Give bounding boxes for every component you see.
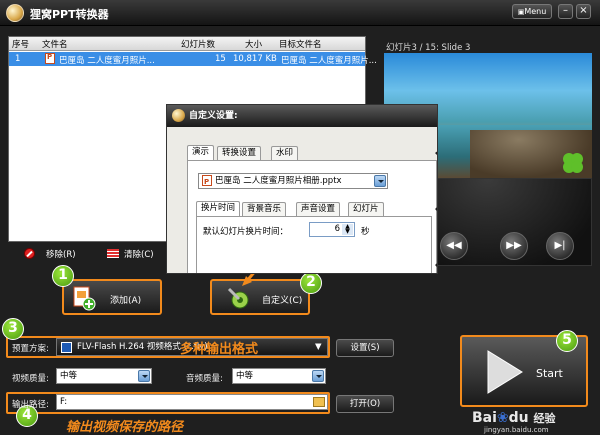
row-size: 10,817 KB [233,54,277,64]
baidu-logo: Bai❀du 经验 [472,410,556,426]
row-target: 巴厘岛 二人度蜜月照片... [281,56,377,66]
tab-bg-music[interactable]: 背景音乐 [242,202,287,216]
custom-settings-dialog: 自定义设置: 演示 转换设置 水印 巴厘岛 二人度蜜月照片相册.pptx 换片时… [166,104,438,274]
minimize-icon: – [563,5,568,16]
close-icon: × [579,5,588,16]
output-path-label: 输出路径: [12,400,49,410]
tab-watermark[interactable]: 水印 [271,146,299,160]
remove-icon[interactable] [24,248,35,259]
last-icon: ▶| [554,240,566,251]
close-button[interactable]: × [576,4,591,19]
video-quality-label: 视频质量: [12,374,49,384]
window-title: 狸窝PPT转换器 [30,8,109,21]
next-slide-button[interactable]: ▶▶ [500,232,528,260]
tab-sound-settings[interactable]: 声音设置 [296,202,341,216]
preview-label: 幻灯片3 / 15: Slide 3 [386,43,471,53]
chevron-down-icon [312,370,324,382]
add-button-label: 添加(A) [110,296,142,306]
chevron-down-icon: ▼ [315,342,322,352]
add-button[interactable]: 添加(A) [62,279,162,315]
step-1-badge: 1 [52,265,74,287]
ppt-file-icon [45,53,55,64]
add-file-icon [73,286,96,311]
tab-slides[interactable]: 幻灯片 [348,202,384,216]
video-quality-value: 中等 [60,371,78,381]
prev-icon: ◀◀ [446,240,462,251]
folder-icon[interactable] [313,397,325,407]
column-header-target[interactable]: 目标文件名 [279,38,322,50]
preset-annotation: 多种输出格式 [180,342,259,357]
row-slides: 15 [215,54,226,64]
step-2-badge: 2 [300,272,322,294]
output-path-value: F: [60,397,68,407]
dialog-title-bar: 自定义设置: [167,105,437,127]
baidu-brand: Bai [472,410,497,426]
row-filename: 巴厘岛 二人度蜜月照片... [59,56,155,66]
clear-button[interactable]: 清除(C) [124,248,154,260]
watermark-url: jingyan.baidu.com [484,426,549,434]
menu-button[interactable]: ▣Menu [512,4,552,19]
column-header-index[interactable]: 序号 [12,38,29,50]
tab-slide-time[interactable]: 换片时间 [196,201,241,216]
slide-time-panel: 默认幻灯片换片时间： 6 ▲ ▼ 秒 [196,216,432,273]
preset-label: 预置方案: [12,344,49,354]
dialog-title: 自定义设置: [189,111,238,121]
settings-button-label: 设置(S) [350,343,380,353]
audio-quality-value: 中等 [236,371,254,381]
column-header-size[interactable]: 大小 [245,38,262,50]
prev-slide-button[interactable]: ◀◀ [440,232,468,260]
play-icon [487,350,523,394]
custom-settings-icon [227,287,249,309]
column-header-filename[interactable]: 文件名 [42,38,68,50]
step-3-badge: 3 [2,318,24,340]
chevron-down-icon [374,175,386,187]
last-slide-button[interactable]: ▶| [546,232,574,260]
clover-icon [563,153,583,173]
next-icon: ▶▶ [506,240,522,251]
paw-icon: ❀ [496,410,509,426]
output-path-input[interactable]: F: [56,394,328,410]
spinner-arrows-icon[interactable]: ▲ ▼ [342,224,353,235]
slide-time-spinner[interactable]: 6 ▲ ▼ [309,222,355,237]
tab-presentation[interactable]: 演示 [187,145,215,160]
video-quality-select[interactable]: 中等 [56,368,152,384]
audio-quality-select[interactable]: 中等 [232,368,326,384]
tab-conversion-settings[interactable]: 转换设置 [217,146,262,160]
custom-button-label: 自定义(C) [262,296,303,306]
app-logo-icon [6,4,24,22]
open-button[interactable]: 打开(O) [336,395,394,413]
table-header: 序号 文件名 幻灯片数 大小 目标文件名 [9,37,365,51]
dialog-panel: 巴厘岛 二人度蜜月照片相册.pptx 换片时间 背景音乐 声音设置 幻灯片 默认… [187,160,437,273]
audio-quality-label: 音频质量: [186,374,223,384]
baidu-brand-suffix: du [508,410,529,426]
ppt-file-icon [202,175,212,189]
dialog-file-select[interactable]: 巴厘岛 二人度蜜月照片相册.pptx [198,173,388,189]
menu-label: Menu [524,7,547,16]
table-row[interactable]: 1 巴厘岛 二人度蜜月照片... 15 10,817 KB 巴厘岛 二人度蜜月照… [9,52,377,66]
slide-time-unit: 秒 [361,227,370,237]
experience-text: 经验 [533,412,556,425]
slide-time-value: 6 [334,224,340,234]
minimize-button[interactable]: – [558,4,573,19]
slide-time-label: 默认幻灯片换片时间： [203,227,289,237]
dialog-logo-icon [172,109,185,122]
column-header-slides[interactable]: 幻灯片数 [181,38,215,50]
remove-button[interactable]: 移除(R) [46,248,76,260]
flv-format-icon [61,342,72,353]
settings-button[interactable]: 设置(S) [336,339,394,357]
output-annotation: 输出视频保存的路径 [66,420,184,435]
step-5-badge: 5 [556,330,578,352]
row-index: 1 [15,54,21,64]
chevron-down-icon [138,370,150,382]
dialog-file-value: 巴厘岛 二人度蜜月照片相册.pptx [215,176,342,186]
start-button-label: Start [536,367,563,380]
open-button-label: 打开(O) [349,399,381,409]
clear-icon[interactable] [107,249,119,258]
torn-edge [435,127,437,273]
